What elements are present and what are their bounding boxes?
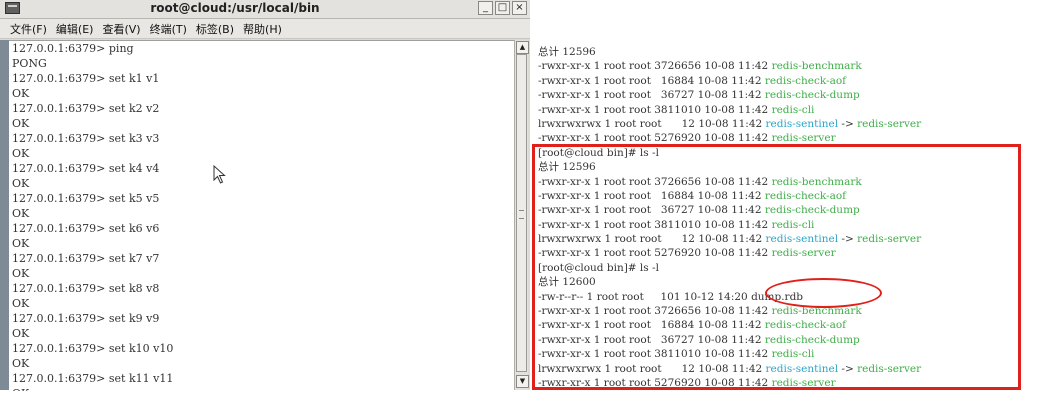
menu-edit[interactable]: 编辑(E) <box>56 21 94 37</box>
symlink-arrow: -> <box>838 117 858 130</box>
desktop-edge <box>0 40 9 390</box>
terminal-line: OK <box>12 207 30 220</box>
menu-bar: 文件(F) 编辑(E) 查看(V) 终端(T) 标签(B) 帮助(H) <box>0 19 530 39</box>
terminal-line: 127.0.0.1:6379> set k8 v8 <box>12 282 160 295</box>
listing-prefix: -rwxr-xr-x 1 root root 3726656 10-08 11:… <box>538 60 772 73</box>
listing-line: -rwxr-xr-x 1 root root 36727 10-08 11:42… <box>538 88 1064 102</box>
terminal-line: OK <box>12 357 30 370</box>
vertical-scrollbar[interactable]: ▲ ▼ <box>514 40 529 390</box>
menu-terminal[interactable]: 终端(T) <box>150 21 187 37</box>
listing-prefix: lrwxrwxrwx 1 root root 12 10-08 11:42 <box>538 117 766 130</box>
listing-prefix: -rwxr-xr-x 1 root root 36727 10-08 11:42 <box>538 89 765 102</box>
window-title: root@cloud:/usr/local/bin <box>150 1 320 15</box>
listing-line: -rwxr-xr-x 1 root root 16884 10-08 11:42… <box>538 74 1064 88</box>
symlink-target: redis-server <box>857 117 922 130</box>
listing-line: lrwxrwxrwx 1 root root 12 10-08 11:42 re… <box>538 117 1064 131</box>
listing-prefix: 总计 12596 <box>538 46 596 58</box>
file-name: redis-server <box>771 132 836 145</box>
terminal-line: 127.0.0.1:6379> set k6 v6 <box>12 222 160 235</box>
mouse-pointer-icon <box>213 165 226 184</box>
scroll-down-arrow-icon[interactable]: ▼ <box>516 375 529 388</box>
listing-line: 总计 12596 <box>538 45 1064 59</box>
listing-prefix: -rwxr-xr-x 1 root root 3811010 10-08 11:… <box>538 103 772 116</box>
terminal-line: OK <box>12 117 30 130</box>
listing-line: -rwxr-xr-x 1 root root 3726656 10-08 11:… <box>538 59 1064 73</box>
menu-view[interactable]: 查看(V) <box>102 21 140 37</box>
file-name: redis-benchmark <box>771 60 862 73</box>
minimize-button[interactable]: _ <box>478 1 493 15</box>
highlight-ellipse <box>765 278 882 308</box>
scroll-up-arrow-icon[interactable]: ▲ <box>516 41 529 54</box>
close-button[interactable]: × <box>512 1 527 15</box>
file-name: redis-cli <box>771 103 815 116</box>
title-bar[interactable]: root@cloud:/usr/local/bin _ □ × <box>0 0 530 19</box>
terminal-line: 127.0.0.1:6379> set k2 v2 <box>12 102 160 115</box>
window-controls: _ □ × <box>478 1 527 15</box>
menu-help[interactable]: 帮助(H) <box>243 21 282 37</box>
listing-prefix: -rwxr-xr-x 1 root root 5276920 10-08 11:… <box>538 132 772 145</box>
menu-tabs[interactable]: 标签(B) <box>196 21 234 37</box>
menu-file[interactable]: 文件(F) <box>10 21 47 37</box>
terminal-line: PONG <box>12 57 47 70</box>
terminal-line: 127.0.0.1:6379> ping <box>12 42 134 55</box>
maximize-button[interactable]: □ <box>495 1 510 15</box>
terminal-line: OK <box>9 386 514 391</box>
terminal-line: OK <box>12 327 30 340</box>
terminal-line: OK <box>12 267 30 280</box>
terminal-line: 127.0.0.1:6379> set k5 v5 <box>12 192 160 205</box>
terminal-line: OK <box>12 177 30 190</box>
scrollbar-thumb[interactable] <box>516 54 527 372</box>
terminal-line: 127.0.0.1:6379> set k4 v4 <box>12 162 160 175</box>
terminal-line: OK <box>12 87 30 100</box>
terminal-line: 127.0.0.1:6379> set k9 v9 <box>12 312 160 325</box>
terminal-line: 127.0.0.1:6379> set k10 v10 <box>12 342 174 355</box>
scrollbar-grip-icon <box>519 210 524 219</box>
listing-line: -rwxr-xr-x 1 root root 3811010 10-08 11:… <box>538 103 1064 117</box>
terminal-line: OK <box>12 237 30 250</box>
file-name: redis-check-dump <box>764 89 860 102</box>
terminal-line: 127.0.0.1:6379> set k11 v11 <box>12 372 174 385</box>
terminal-line: 127.0.0.1:6379> set k1 v1 <box>12 72 160 85</box>
terminal-line: OK <box>12 147 30 160</box>
terminal-output[interactable]: 127.0.0.1:6379> ping PONG 127.0.0.1:6379> … <box>9 40 514 391</box>
file-name: redis-sentinel <box>765 117 839 130</box>
highlight-box <box>532 144 1021 390</box>
terminal-line: 127.0.0.1:6379> set k7 v7 <box>12 252 160 265</box>
terminal-window: root@cloud:/usr/local/bin _ □ × 文件(F) 编辑… <box>0 0 530 391</box>
listing-prefix: -rwxr-xr-x 1 root root 16884 10-08 11:42 <box>538 74 765 87</box>
file-name: redis-check-aof <box>764 74 847 87</box>
terminal-line: OK <box>12 297 30 310</box>
terminal-line: 127.0.0.1:6379> set k3 v3 <box>12 132 160 145</box>
